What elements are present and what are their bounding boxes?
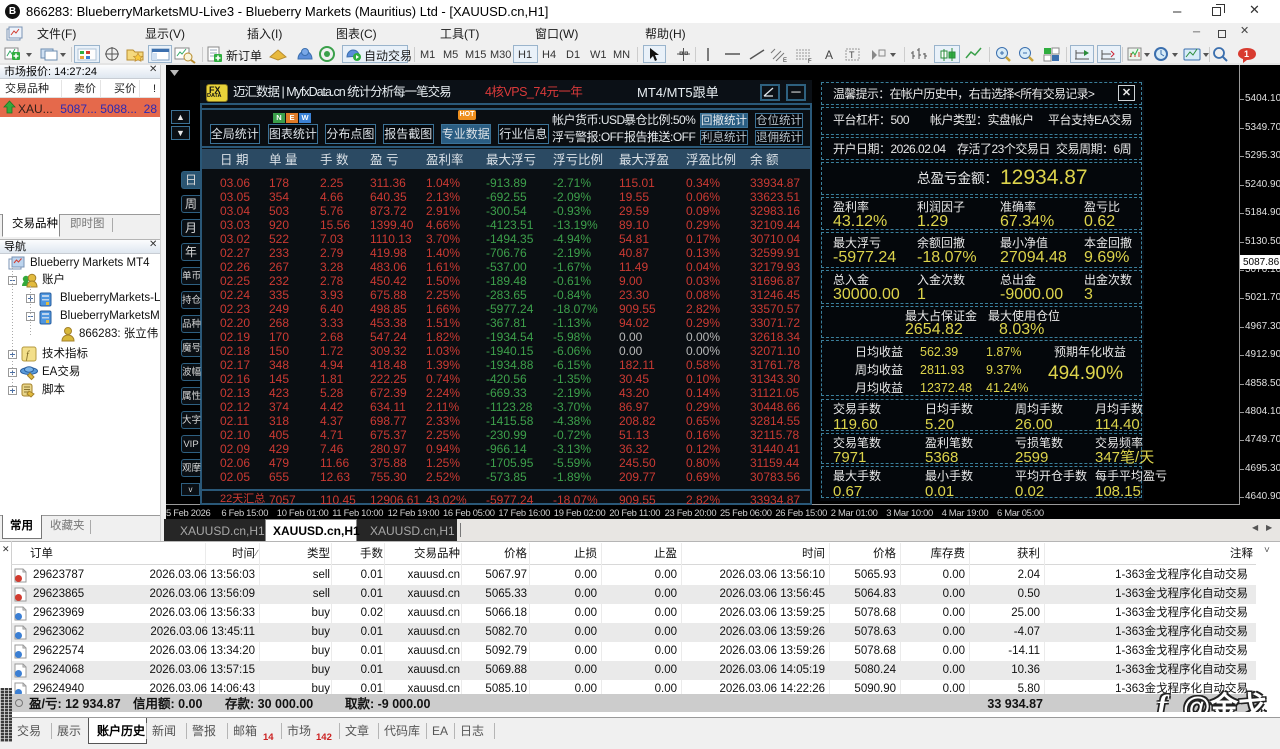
svg-text:T: T (849, 50, 855, 60)
svg-text:1: 1 (1244, 49, 1249, 59)
svg-text:E: E (783, 58, 787, 64)
svg-text:A: A (825, 48, 833, 62)
